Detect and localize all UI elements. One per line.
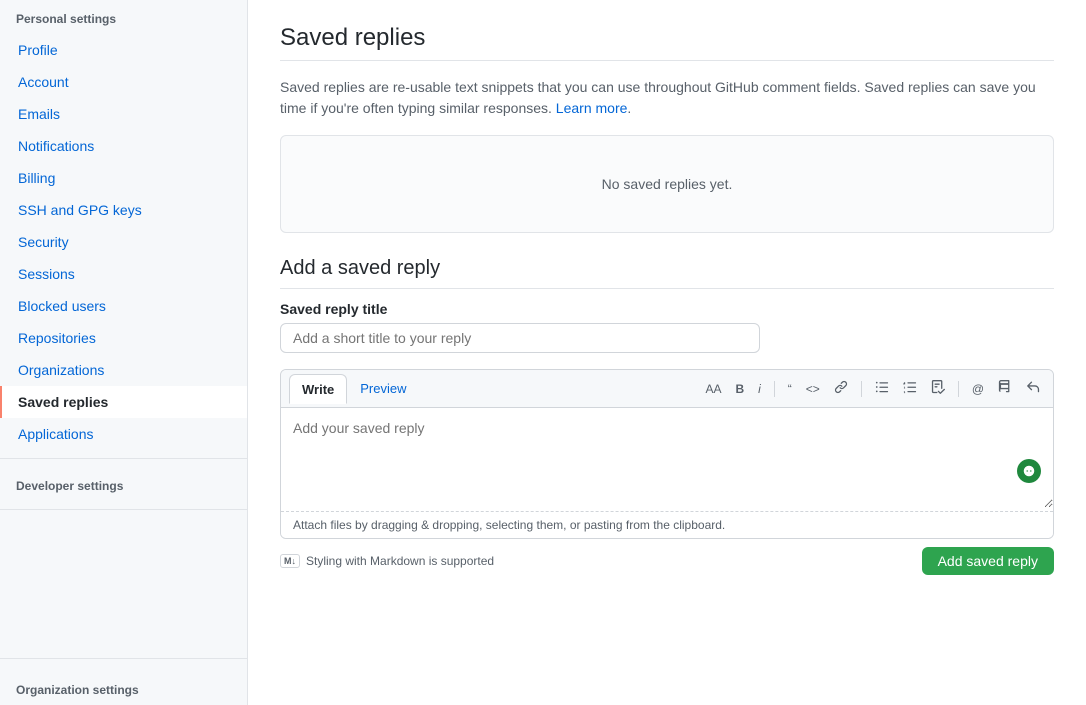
sidebar-divider-1 bbox=[0, 458, 247, 459]
title-form-group: Saved reply title bbox=[280, 301, 1054, 353]
sidebar-org-settings-header: Organization settings bbox=[0, 671, 247, 705]
sidebar-item-repositories[interactable]: Repositories bbox=[0, 322, 247, 354]
sidebar-item-organizations[interactable]: Organizations bbox=[0, 354, 247, 386]
main-content: Saved replies Saved replies are re-usabl… bbox=[248, 0, 1086, 705]
editor-footer: Attach files by dragging & dropping, sel… bbox=[281, 511, 1053, 538]
sidebar-item-profile[interactable]: Profile bbox=[0, 34, 247, 66]
reply-icon[interactable] bbox=[1021, 376, 1045, 401]
italic-icon[interactable]: i bbox=[753, 378, 766, 400]
editor-toolbar: Write Preview AA B i “ <> bbox=[281, 370, 1053, 408]
sidebar-item-account[interactable]: Account bbox=[0, 66, 247, 98]
link-icon[interactable] bbox=[829, 376, 853, 401]
add-saved-reply-button[interactable]: Add saved reply bbox=[922, 547, 1054, 575]
write-tab[interactable]: Write bbox=[289, 374, 347, 404]
ordered-list-icon[interactable] bbox=[898, 376, 922, 401]
add-section-title: Add a saved reply bbox=[280, 257, 1054, 289]
sidebar-org-settings-section: Organization settings bbox=[0, 658, 247, 705]
toolbar-icons: AA B i “ <> bbox=[700, 376, 1045, 401]
toolbar-sep-3 bbox=[958, 381, 959, 397]
markdown-note: M↓ Styling with Markdown is supported bbox=[280, 554, 494, 568]
learn-more-link[interactable]: Learn more bbox=[556, 100, 628, 116]
toolbar-sep-1 bbox=[774, 381, 775, 397]
code-icon[interactable]: <> bbox=[801, 378, 825, 400]
sidebar-item-notifications[interactable]: Notifications bbox=[0, 130, 247, 162]
toolbar-sep-2 bbox=[861, 381, 862, 397]
copilot-icon[interactable] bbox=[1017, 459, 1041, 483]
bold-icon[interactable]: B bbox=[730, 378, 749, 400]
quote-icon[interactable]: “ bbox=[783, 378, 797, 400]
form-footer: M↓ Styling with Markdown is supported Ad… bbox=[280, 547, 1054, 575]
empty-message: No saved replies yet. bbox=[602, 176, 733, 192]
sidebar-item-applications[interactable]: Applications bbox=[0, 418, 247, 450]
text-size-icon[interactable]: AA bbox=[700, 378, 726, 400]
sidebar-item-billing[interactable]: Billing bbox=[0, 162, 247, 194]
sidebar-item-security[interactable]: Security bbox=[0, 226, 247, 258]
title-label: Saved reply title bbox=[280, 301, 1054, 317]
editor-tabs: Write Preview bbox=[289, 374, 420, 403]
editor-box: Write Preview AA B i “ <> bbox=[280, 369, 1054, 539]
mention-icon[interactable]: @ bbox=[967, 378, 989, 400]
sidebar: Personal settings Profile Account Emails… bbox=[0, 0, 248, 705]
reply-textarea[interactable] bbox=[281, 408, 1053, 508]
markdown-icon: M↓ bbox=[280, 554, 300, 568]
empty-replies-box: No saved replies yet. bbox=[280, 135, 1054, 233]
reference-icon[interactable] bbox=[993, 376, 1017, 401]
unordered-list-icon[interactable] bbox=[870, 376, 894, 401]
markdown-note-text: Styling with Markdown is supported bbox=[306, 554, 494, 568]
page-title: Saved replies bbox=[280, 24, 1054, 61]
attach-message: Attach files by dragging & dropping, sel… bbox=[293, 518, 725, 532]
description: Saved replies are re-usable text snippet… bbox=[280, 77, 1054, 119]
preview-tab[interactable]: Preview bbox=[347, 374, 419, 403]
sidebar-item-emails[interactable]: Emails bbox=[0, 98, 247, 130]
sidebar-item-saved-replies[interactable]: Saved replies bbox=[0, 386, 247, 418]
sidebar-divider-2 bbox=[0, 509, 247, 510]
sidebar-item-sessions[interactable]: Sessions bbox=[0, 258, 247, 290]
sidebar-developer-settings-header: Developer settings bbox=[0, 467, 247, 501]
sidebar-item-blocked-users[interactable]: Blocked users bbox=[0, 290, 247, 322]
sidebar-item-ssh-gpg-keys[interactable]: SSH and GPG keys bbox=[0, 194, 247, 226]
description-text: Saved replies are re-usable text snippet… bbox=[280, 79, 1036, 116]
task-list-icon[interactable] bbox=[926, 376, 950, 401]
title-input[interactable] bbox=[280, 323, 760, 353]
sidebar-personal-settings-header: Personal settings bbox=[0, 0, 247, 34]
